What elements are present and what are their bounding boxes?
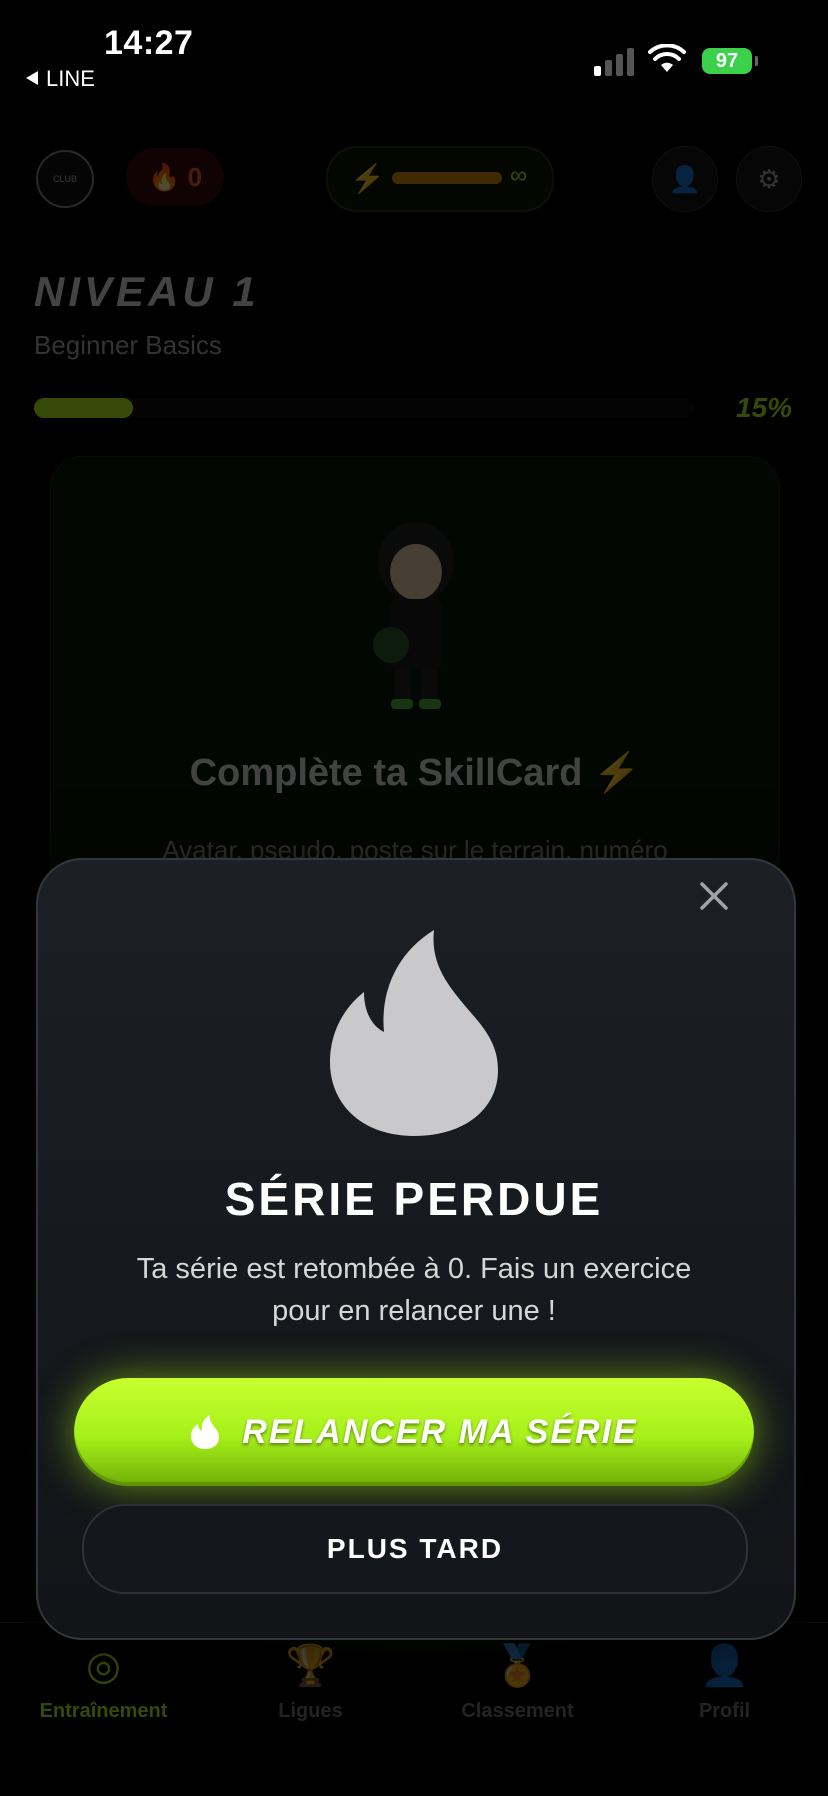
battery-level: 97 <box>715 50 739 72</box>
skillcard-title: Complète ta SkillCard ⚡ <box>189 752 641 794</box>
level-subtitle: Beginner Basics <box>34 330 222 360</box>
level-title: NIVEAU 1 <box>34 268 260 315</box>
level-progress-bar <box>34 398 694 418</box>
settings-icon[interactable]: ⚙ <box>736 146 802 212</box>
level-progress-fill <box>34 398 133 418</box>
wifi-icon <box>648 44 686 72</box>
flame-icon: 🔥 <box>147 162 181 192</box>
status-bar: 14:27 LINE 97 <box>0 0 828 100</box>
status-time: 14:27 <box>104 24 194 62</box>
player-avatar <box>373 522 454 709</box>
flame-icon <box>330 930 498 1136</box>
bolt-icon: ⚡ <box>350 163 385 194</box>
later-label: PLUS TARD <box>326 1533 504 1564</box>
tab-label: Ligues <box>278 1700 343 1722</box>
close-icon[interactable] <box>686 868 742 924</box>
tab-label: Classement <box>461 1700 574 1722</box>
modal-message: Ta série est retombée à 0. Fais un exerc… <box>136 1253 692 1327</box>
streak-counter[interactable]: 🔥 0 <box>126 148 224 206</box>
back-to-app-link[interactable]: LINE <box>26 66 95 92</box>
infinity-icon: ∞ <box>510 162 528 189</box>
energy-meter[interactable]: ⚡ ∞ <box>326 146 554 212</box>
streak-count: 0 <box>187 162 203 192</box>
restart-streak-button[interactable]: RELANCER MA SÉRIE <box>74 1378 754 1486</box>
battery-icon: 97 <box>702 48 758 74</box>
flame-icon <box>191 1415 220 1449</box>
tab-label: Profil <box>698 1700 751 1722</box>
later-button[interactable]: PLUS TARD <box>82 1504 748 1594</box>
club-logo: CLUB <box>36 150 94 208</box>
back-arrow-icon <box>26 71 38 86</box>
level-progress-label: 15% <box>736 392 793 423</box>
back-app-label: LINE <box>46 66 95 91</box>
cellular-signal-icon <box>594 46 636 76</box>
energy-bar <box>392 172 502 184</box>
add-friend-icon[interactable]: 👤 <box>652 146 718 212</box>
restart-streak-label: RELANCER MA SÉRIE <box>242 1412 638 1451</box>
tab-label: Entraînement <box>39 1700 168 1722</box>
modal-title: SÉRIE PERDUE <box>224 1173 604 1225</box>
